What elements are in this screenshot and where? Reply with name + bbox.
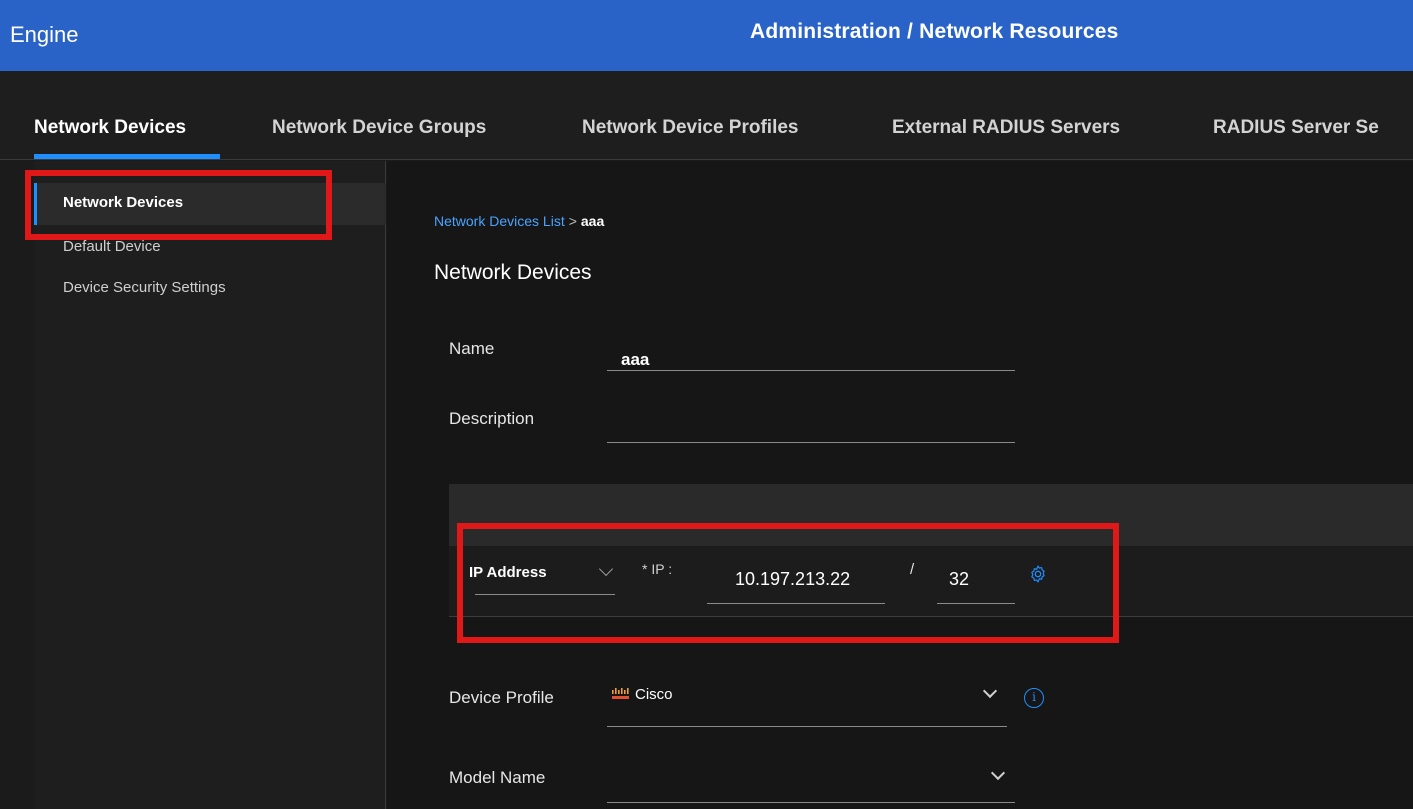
breadcrumb-separator: > xyxy=(568,213,577,229)
tab-bar: Network Devices Network Device Groups Ne… xyxy=(0,71,1413,160)
content-panel: Network Devices List > aaa Network Devices… xyxy=(387,161,1413,809)
device-profile-select[interactable]: Cisco xyxy=(635,686,673,703)
tab-network-devices[interactable]: Network Devices xyxy=(34,117,186,139)
breadcrumb-link-network-devices-list[interactable]: Network Devices List xyxy=(434,213,565,229)
tab-external-radius-servers[interactable]: External RADIUS Servers xyxy=(892,117,1120,139)
highlight-box-sidebar xyxy=(25,170,332,240)
model-name-underline xyxy=(607,802,1015,803)
chevron-down-icon[interactable] xyxy=(990,765,1006,781)
sidebar: Network Devices Default Device Device Se… xyxy=(34,161,386,809)
name-input[interactable]: aaa xyxy=(621,350,649,370)
active-tab-indicator xyxy=(34,154,220,159)
sidebar-item-default-device[interactable]: Default Device xyxy=(63,238,161,255)
tab-radius-server-sequences[interactable]: RADIUS Server Se xyxy=(1213,117,1379,139)
tab-network-device-profiles[interactable]: Network Device Profiles xyxy=(582,117,798,139)
app-title: Engine xyxy=(10,22,79,47)
name-input-underline xyxy=(607,370,1015,371)
cisco-logo-icon xyxy=(612,688,629,699)
description-label: Description xyxy=(449,409,535,428)
header-breadcrumb: Administration / Network Resources xyxy=(750,20,1119,43)
device-profile-label: Device Profile xyxy=(449,688,554,707)
page-title: Network Devices xyxy=(434,261,592,284)
sidebar-item-device-security-settings[interactable]: Device Security Settings xyxy=(63,279,226,296)
top-header-bar: Engine Administration / Network Resource… xyxy=(0,0,1413,71)
highlight-box-ip-address xyxy=(457,523,1119,643)
model-name-label: Model Name xyxy=(449,768,546,787)
content-breadcrumb: Network Devices List > aaa xyxy=(434,213,604,229)
description-input-underline xyxy=(607,442,1015,443)
chevron-down-icon[interactable] xyxy=(982,683,998,699)
info-icon[interactable]: i xyxy=(1024,688,1044,708)
device-profile-underline xyxy=(607,726,1007,727)
name-label: Name xyxy=(449,339,495,358)
tab-network-device-groups[interactable]: Network Device Groups xyxy=(272,117,486,139)
breadcrumb-current: aaa xyxy=(580,213,605,229)
